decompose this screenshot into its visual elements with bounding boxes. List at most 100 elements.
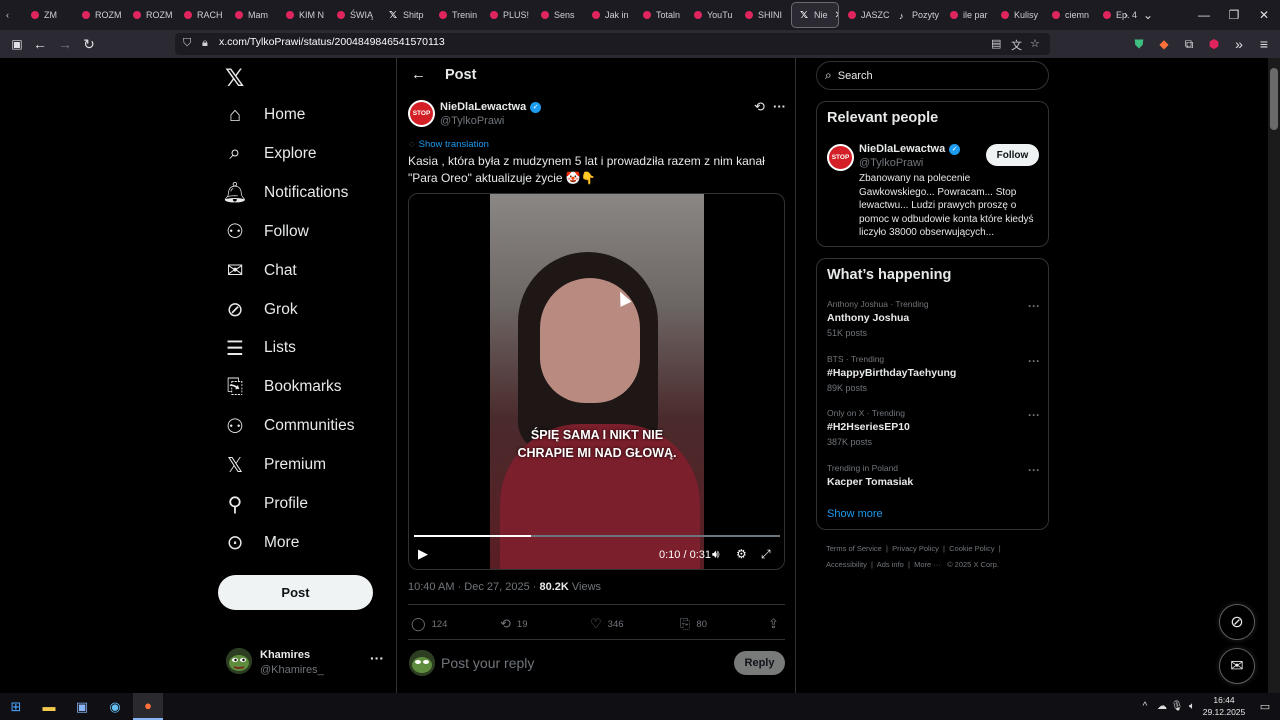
tab-scroll-left-button[interactable]: ‹	[0, 0, 24, 30]
repost-action[interactable]: ⟲ 19	[500, 616, 527, 632]
trend-item[interactable]: Anthony Joshua · Trending Anthony Joshua 5…	[827, 299, 1040, 338]
video-player[interactable]: ŚPIĘ SAMA I NIKT NIE CHRAPIE MI NAD GŁOW…	[408, 193, 785, 570]
close-tab-icon[interactable]: ✕	[835, 10, 838, 21]
browser-tab[interactable]: YouTu	[687, 0, 738, 30]
more-dots-icon[interactable]: ···	[1028, 408, 1040, 422]
trend-item[interactable]: Only on X · Trending #H2HseriesEP10 387K p…	[827, 408, 1040, 447]
nav-item-bookmarks[interactable]: ⎘ Bookmarks	[222, 372, 342, 402]
scrollbar-thumb[interactable]	[1270, 68, 1278, 130]
browser-tab[interactable]: Jak in	[585, 0, 636, 30]
relevant-name[interactable]: NieDlaLewactwa ✓	[859, 143, 961, 155]
nav-item-profile[interactable]: ⚲ Profile	[222, 489, 308, 519]
browser-tab[interactable]: ROZM	[126, 0, 177, 30]
fullscreen-icon[interactable]: ⤢	[761, 547, 771, 562]
more-dots-icon[interactable]: ···	[370, 650, 384, 666]
accessibility-link[interactable]: Accessibility	[826, 560, 867, 569]
translate-icon[interactable]: 文	[1011, 37, 1022, 53]
more-dots-icon[interactable]: ···	[1028, 463, 1040, 477]
reload-button[interactable]: ↻	[76, 30, 102, 58]
browser-tab[interactable]: JASZC	[841, 0, 892, 30]
browser-tab[interactable]: PLUS!	[483, 0, 534, 30]
follow-button[interactable]: Follow	[986, 144, 1039, 166]
nav-item-grok[interactable]: ⊘ Grok	[222, 295, 298, 325]
browser-tab[interactable]: SHINI	[738, 0, 789, 30]
grok-icon[interactable]: ⟲	[754, 99, 765, 115]
url-text[interactable]: x.com/TylkoPrawi/status/2004849846541570…	[219, 36, 445, 48]
vpn-extension-icon[interactable]: ⛊	[1126, 30, 1152, 58]
grok-fab-icon[interactable]: ⊘	[1219, 604, 1255, 640]
notifications-icon[interactable]: ▭	[1250, 693, 1280, 720]
start-icon[interactable]: ⊞	[1, 693, 31, 720]
nav-item-more[interactable]: ⊙ More	[222, 528, 300, 558]
like-action[interactable]: ♡ 346	[590, 616, 624, 632]
nav-item-explore[interactable]: ⌕ Explore	[222, 139, 316, 169]
footer-more-link[interactable]: More ···	[914, 560, 941, 569]
steam-icon[interactable]: ◉	[100, 693, 130, 720]
reply-button[interactable]: Reply	[734, 651, 785, 675]
settings-gear-icon[interactable]: ⚙	[736, 547, 747, 561]
browser-tab[interactable]: RACH	[177, 0, 228, 30]
active-tab[interactable]: 𝕏 Nie ✕	[791, 2, 839, 28]
app-menu-icon[interactable]: ≡	[1251, 30, 1277, 58]
cookie-link[interactable]: Cookie Policy	[949, 544, 994, 553]
url-bar[interactable]: ⛉ 🔒︎ x.com/TylkoPrawi/status/20048498465…	[175, 33, 1050, 55]
ads-info-link[interactable]: Ads info	[877, 560, 904, 569]
nav-item-chat[interactable]: ✉ Chat	[222, 256, 297, 286]
author-name-text[interactable]: NieDlaLewactwa	[440, 101, 526, 113]
bookmark-star-icon[interactable]: ☆	[1030, 37, 1040, 50]
nav-item-communities[interactable]: ⚇ Communities	[222, 411, 354, 441]
file-explorer-icon[interactable]: ▬	[34, 693, 64, 720]
relevant-handle[interactable]: @TylkoPrawi	[859, 157, 923, 169]
author-name[interactable]: NieDlaLewactwa ✓	[440, 101, 542, 113]
account-switcher[interactable]: Khamires @Khamires_ ···	[226, 646, 386, 682]
browser-tab[interactable]: Totaln	[636, 0, 687, 30]
nav-item-notifications[interactable]: 🔔︎ Notifications	[222, 178, 348, 208]
shield-icon[interactable]: ⛉	[183, 37, 191, 50]
reply-input[interactable]: Post your reply	[441, 655, 534, 671]
browser-tab[interactable]: ciemn	[1045, 0, 1096, 30]
more-dots-icon[interactable]: ···	[1028, 354, 1040, 368]
author-avatar[interactable]: STOP	[408, 100, 435, 127]
search-placeholder[interactable]: Search	[838, 70, 873, 82]
back-button[interactable]: ←	[27, 30, 53, 58]
browser-tab[interactable]: ŚWIĄ	[330, 0, 381, 30]
relevant-avatar[interactable]: STOP	[827, 144, 854, 171]
browser-tab[interactable]: KIM N	[279, 0, 330, 30]
lock-icon[interactable]: 🔒︎	[202, 37, 208, 50]
relevant-name-text[interactable]: NieDlaLewactwa	[859, 143, 945, 155]
show-translation-link[interactable]: ◌ Show translation	[409, 139, 489, 150]
close-window-button[interactable]: ✕	[1248, 0, 1280, 30]
more-dots-icon[interactable]: ···	[773, 99, 786, 114]
list-all-tabs-icon[interactable]: ⌄	[1132, 0, 1164, 30]
terms-link[interactable]: Terms of Service	[826, 544, 882, 553]
back-arrow-icon[interactable]: ←	[411, 66, 426, 83]
firefox-extension-icon[interactable]: ◆	[1151, 30, 1177, 58]
video-frame[interactable]	[490, 194, 704, 569]
browser-tab[interactable]: 𝕏 Shitp	[381, 0, 432, 30]
browser-tab[interactable]: Trenin	[432, 0, 483, 30]
share-action[interactable]: ⇪	[768, 616, 779, 632]
maximize-button[interactable]: ❐	[1218, 0, 1250, 30]
browser-tab[interactable]: ZM	[24, 0, 75, 30]
x-logo-icon[interactable]: 𝕏	[225, 64, 244, 93]
volume-icon[interactable]: 🔊︎	[712, 547, 720, 562]
nav-item-home[interactable]: ⌂ Home	[222, 100, 305, 130]
minimize-button[interactable]: —	[1188, 0, 1220, 30]
post-timestamp[interactable]: 10:40 AM · Dec 27, 2025 ·	[408, 581, 539, 593]
browser-tab[interactable]: Sens	[534, 0, 585, 30]
browser-tab[interactable]: ROZM	[75, 0, 126, 30]
ublock-icon[interactable]: ⬢	[1201, 30, 1227, 58]
overflow-menu-icon[interactable]: »	[1226, 30, 1252, 58]
reader-view-icon[interactable]: ▤	[991, 37, 1001, 50]
browser-tab[interactable]: ♪ Pozyty	[892, 0, 943, 30]
forward-button[interactable]: →	[52, 30, 78, 58]
firefox-icon[interactable]: ●	[133, 693, 163, 720]
play-icon[interactable]: ▶	[418, 546, 428, 562]
browser-tab[interactable]: Mam	[228, 0, 279, 30]
compose-post-button[interactable]: Post	[218, 575, 373, 610]
taskbar-clock[interactable]: 16:44 29.12.2025	[1198, 694, 1250, 718]
reply-action[interactable]: ◯ 124	[411, 616, 447, 632]
page-scrollbar[interactable]	[1268, 58, 1280, 693]
privacy-link[interactable]: Privacy Policy	[892, 544, 939, 553]
messages-fab-icon[interactable]: ✉	[1219, 648, 1255, 684]
